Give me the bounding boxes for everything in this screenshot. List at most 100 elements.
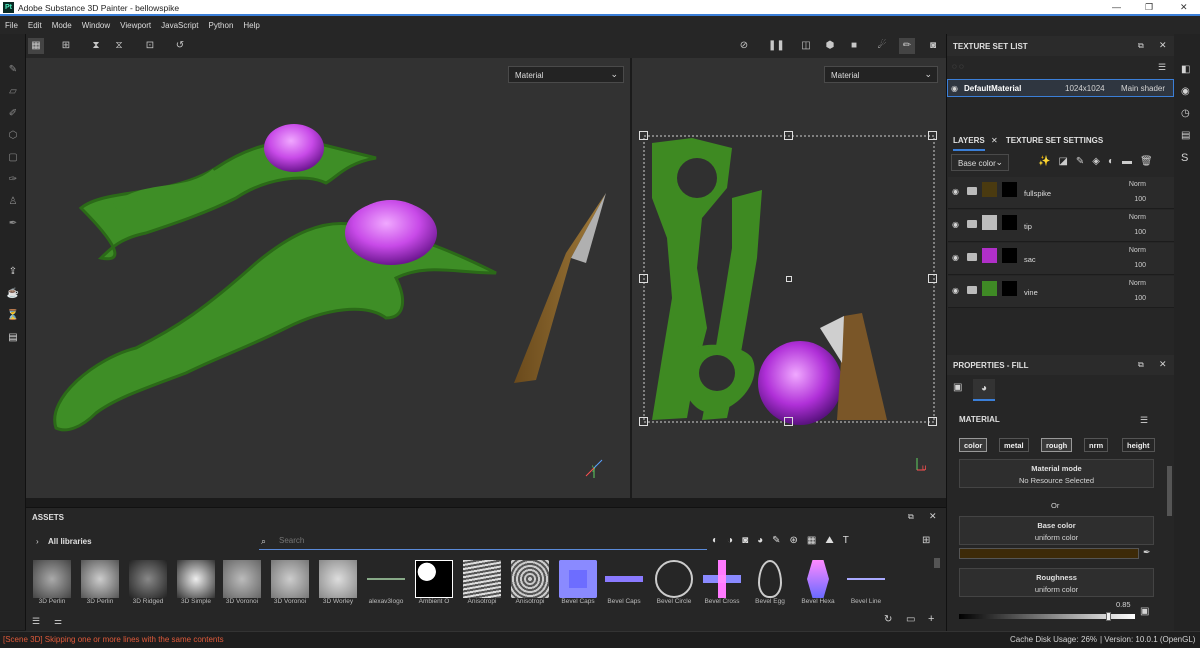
layer-action-icons[interactable]: ✨◪✎◈◐▬🗑 (1038, 156, 1161, 167)
add-icon[interactable]: + (928, 613, 934, 625)
eye-icon[interactable]: ◉ (952, 286, 959, 295)
texture-set-row[interactable]: ◉ DefaultMaterial 1024x1024 Main shader (947, 79, 1174, 97)
asset-thumbnail[interactable]: Bevel Circle (654, 560, 694, 610)
close-tab-icon[interactable]: ✕ (991, 136, 998, 145)
layer-row[interactable]: ◉ sac Norm 100 (948, 243, 1174, 275)
transform-handle[interactable] (928, 274, 937, 283)
eye-icon[interactable]: ◉ (952, 187, 959, 196)
search-input[interactable] (279, 536, 679, 545)
material-menu-icon[interactable]: ☰ (1140, 415, 1148, 426)
restore-icon[interactable]: ❐ (1145, 2, 1153, 13)
grid-view-icon[interactable]: ▦ (28, 38, 44, 54)
close-panel-icon[interactable]: ✕ (929, 511, 937, 522)
library-label[interactable]: All libraries (48, 537, 92, 546)
asset-thumbnail[interactable]: Bevel Line (846, 560, 886, 610)
asset-thumbnail[interactable]: Bevel Cross (702, 560, 742, 610)
transform-handle[interactable] (784, 131, 793, 140)
asset-thumbnail[interactable]: Ambient O (414, 560, 454, 610)
pause-icon[interactable]: ❚❚ (768, 38, 785, 54)
lighting-icon[interactable]: ☄ (874, 38, 890, 54)
texture-set-icon[interactable]: ◧ (1181, 64, 1190, 75)
paint-mode-icon[interactable]: ✏ (899, 38, 915, 54)
eraser-icon[interactable]: ▱ (5, 86, 21, 102)
asset-thumbnail[interactable]: 3D Voronoi (270, 560, 310, 610)
properties-scrollbar[interactable] (1167, 466, 1172, 516)
close-panel-icon[interactable]: ✕ (1159, 359, 1167, 370)
asset-thumbnail[interactable]: Bevel Caps (604, 560, 644, 610)
paint-brush-icon[interactable]: ✎ (5, 64, 21, 80)
layer-blend-mode[interactable]: Norm (1129, 181, 1146, 188)
close-panel-icon[interactable]: ✕ (1159, 40, 1167, 51)
fill-settings-icon[interactable]: ▣ (953, 382, 962, 393)
asset-thumbnail[interactable]: 3D Voronoi (222, 560, 262, 610)
channel-chip-nrm[interactable]: nrm (1084, 438, 1109, 452)
material-mode-box[interactable]: Material mode No Resource Selected (959, 459, 1154, 488)
shelf-icon[interactable]: ▤ (5, 332, 21, 348)
asset-thumbnail[interactable]: 3D Perlin (80, 560, 120, 610)
channel-chip-rough[interactable]: rough (1041, 438, 1073, 452)
menu-python[interactable]: Python (209, 21, 234, 30)
minimize-icon[interactable]: — (1112, 2, 1121, 12)
eye-icon[interactable]: ◉ (951, 84, 958, 93)
polygon-fill-icon[interactable]: ▢ (5, 152, 21, 168)
menu-file[interactable]: File (5, 21, 18, 30)
layer-row[interactable]: ◉ vine Norm 100 (948, 276, 1174, 308)
asset-thumbnail[interactable]: Anisotropi (462, 560, 502, 610)
render-icon[interactable]: ☕ (5, 288, 21, 304)
transform-handle[interactable] (639, 274, 648, 283)
visibility-icon[interactable]: ◌ ◌ (952, 62, 964, 71)
layer-opacity[interactable]: 100 (1134, 229, 1146, 236)
symmetry-x-icon[interactable]: ⧗ (88, 38, 104, 54)
link-icon[interactable]: ▣ (1140, 606, 1149, 617)
channel-chip-height[interactable]: height (1122, 438, 1155, 452)
screenshot-icon[interactable]: ◙ (925, 38, 941, 54)
layer-blend-mode[interactable]: Norm (1129, 247, 1146, 254)
history-icon[interactable]: ↺ (172, 38, 188, 54)
float-panel-icon[interactable]: ⧉ (908, 512, 914, 522)
transform-handle[interactable] (639, 417, 648, 426)
texture-set-menu-icon[interactable]: ☰ (1158, 62, 1166, 73)
tab-layers[interactable]: LAYERS (953, 136, 985, 151)
channel-select[interactable]: Base color ⌄ (951, 154, 1009, 171)
folder-icon[interactable]: ▭ (906, 614, 915, 625)
cube-icon[interactable]: ⬢ (822, 38, 838, 54)
smudge-icon[interactable]: ✑ (5, 174, 21, 190)
float-panel-icon[interactable]: ⧉ (1138, 360, 1144, 370)
layer-blend-mode[interactable]: Norm (1129, 214, 1146, 221)
channel-chip-metal[interactable]: metal (999, 438, 1029, 452)
symmetry-y-icon[interactable]: ⧖ (111, 38, 127, 54)
camera-video-icon[interactable]: ■ (846, 38, 862, 54)
asset-thumbnail[interactable]: Bevel Caps (558, 560, 598, 610)
menu-viewport[interactable]: Viewport (120, 21, 151, 30)
tab-texture-set-settings[interactable]: TEXTURE SET SETTINGS (1006, 136, 1103, 145)
asset-thumbnail[interactable]: Bevel Egg (750, 560, 790, 610)
assets-scrollbar[interactable] (934, 558, 940, 568)
transform-handle[interactable] (784, 417, 793, 426)
base-color-swatch[interactable] (959, 548, 1139, 559)
roughness-slider[interactable] (959, 612, 1135, 621)
projection-icon[interactable]: ✐ (5, 108, 21, 124)
transform-handle[interactable] (928, 417, 937, 426)
color-picker-icon[interactable]: ✒ (5, 218, 21, 234)
menu-javascript[interactable]: JavaScript (161, 21, 198, 30)
menu-window[interactable]: Window (82, 21, 110, 30)
layer-opacity[interactable]: 100 (1134, 295, 1146, 302)
grid-options-icon[interactable]: ⊞ (58, 38, 74, 54)
eyedropper-icon[interactable]: ✒ (1143, 547, 1151, 558)
list-view-icon[interactable]: ☰ (32, 616, 40, 627)
asset-thumbnail[interactable]: alexav3logo (366, 560, 406, 610)
material-tab-icon[interactable]: ◕ (973, 379, 995, 401)
hide-icon[interactable]: ⊘ (736, 38, 752, 54)
bake-icon[interactable]: ⇪ (5, 266, 21, 282)
display-settings-icon[interactable]: ◉ (1181, 86, 1190, 97)
transform-handle[interactable] (928, 131, 937, 140)
transform-pivot[interactable] (786, 276, 792, 282)
asset-filter-icons[interactable]: ◐◑◙◕✎⊛▦⛰T (712, 535, 858, 546)
split-view-icon[interactable]: ◫ (798, 38, 814, 54)
export-icon[interactable]: ⏳ (5, 310, 21, 326)
asset-thumbnail[interactable]: 3D Ridged (128, 560, 168, 610)
menu-edit[interactable]: Edit (28, 21, 42, 30)
base-color-box[interactable]: Base color uniform color (959, 516, 1154, 545)
filter-icon[interactable]: ⚌ (54, 616, 62, 627)
menu-help[interactable]: Help (243, 21, 259, 30)
